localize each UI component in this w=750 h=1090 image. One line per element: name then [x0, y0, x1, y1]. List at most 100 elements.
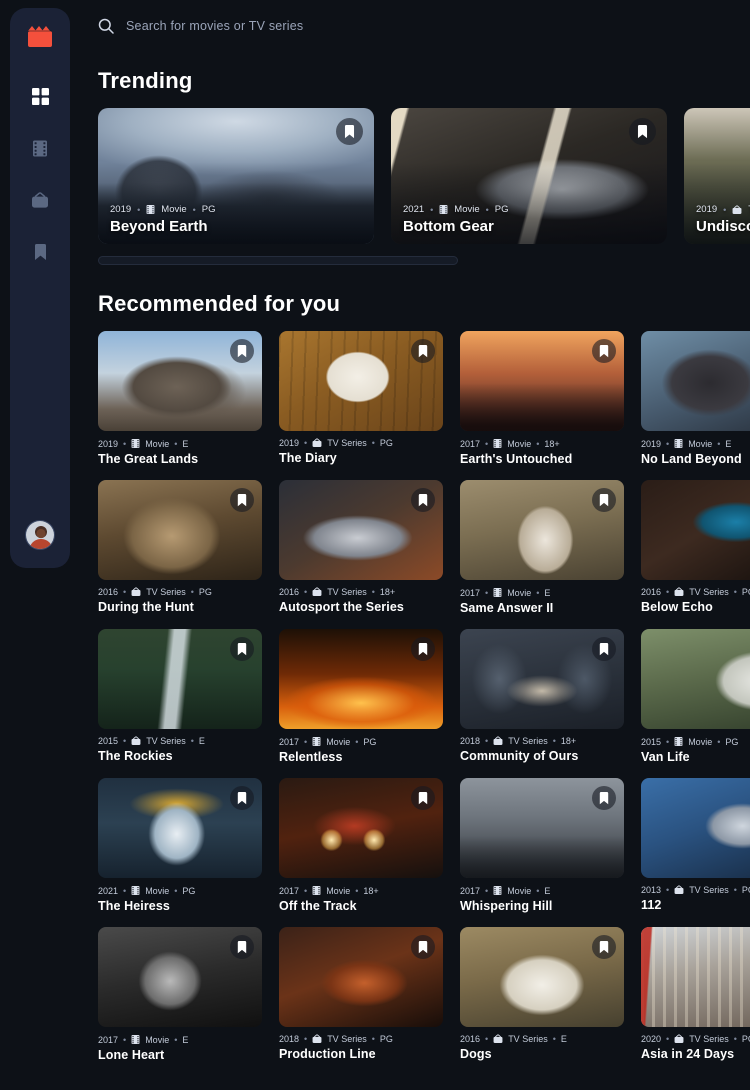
poster-art — [641, 331, 750, 431]
movie-thumbnail[interactable] — [460, 629, 624, 729]
bookmark-button[interactable] — [592, 786, 616, 810]
sidebar-item-dashboard[interactable] — [20, 76, 60, 116]
movie-card-13[interactable]: 2017 • Movie • 18+ Off the Track — [279, 778, 443, 913]
movie-card-8[interactable]: 2015 • TV Series • E The Rockies — [98, 629, 262, 764]
movie-thumbnail[interactable] — [279, 480, 443, 580]
bookmark-button[interactable] — [411, 339, 435, 363]
bookmark-button[interactable] — [411, 488, 435, 512]
separator: • — [485, 438, 489, 449]
year-label: 2019 — [279, 438, 300, 448]
bookmark-button[interactable] — [629, 118, 656, 145]
trending-card-meta: 2021 • Movie • PG — [403, 204, 655, 215]
rating-label: PG — [741, 885, 750, 895]
movie-card-15[interactable]: 2013 • TV Series • PG 112 — [641, 778, 750, 913]
separator: • — [304, 438, 308, 448]
separator: • — [123, 736, 127, 746]
rating-label: PG — [182, 885, 196, 896]
rating-label: PG — [741, 587, 750, 597]
sidebar-item-tv-series[interactable] — [20, 180, 60, 220]
sidebar-item-movies[interactable] — [20, 128, 60, 168]
movie-thumbnail[interactable] — [98, 480, 262, 580]
type-label: Movie — [161, 204, 187, 215]
movie-card-16[interactable]: 2017 • Movie • E Lone Heart — [98, 927, 262, 1062]
separator: • — [123, 438, 127, 449]
bookmark-button[interactable] — [230, 786, 254, 810]
movie-card-title: Below Echo — [641, 600, 713, 614]
search-input[interactable] — [126, 19, 546, 33]
movie-thumbnail[interactable] — [641, 778, 750, 878]
movie-card-10[interactable]: 2018 • TV Series • 18+ Community of Ours — [460, 629, 624, 764]
type-label: Movie — [145, 885, 170, 896]
movie-thumbnail[interactable] — [279, 778, 443, 878]
bookmark-button[interactable] — [230, 935, 254, 959]
movie-thumbnail[interactable] — [279, 927, 443, 1027]
trending-card[interactable]: 2021 • Movie • PG Bottom Gear — [391, 108, 667, 244]
movie-card-meta: 2015 • TV Series • E — [98, 736, 262, 746]
avatar[interactable] — [25, 520, 55, 550]
film-strip-icon — [32, 140, 48, 157]
movie-card-19[interactable]: 2020 • TV Series • PG Asia in 24 Days — [641, 927, 750, 1062]
bookmark-button[interactable] — [230, 488, 254, 512]
movie-thumbnail[interactable] — [279, 629, 443, 729]
clapperboard-icon[interactable] — [26, 24, 54, 50]
movie-card-18[interactable]: 2016 • TV Series • E Dogs — [460, 927, 624, 1062]
search-bar — [94, 0, 750, 52]
movie-thumbnail[interactable] — [460, 331, 624, 431]
trending-carousel[interactable]: 2019 • Movie • PG Beyond Earth 2021 • Mo… — [94, 108, 750, 244]
bookmark-button[interactable] — [411, 637, 435, 661]
movie-card-6[interactable]: 2017 • Movie • E Same Answer II — [460, 480, 624, 615]
movie-card-title: Production Line — [279, 1047, 376, 1061]
movie-card-9[interactable]: 2017 • Movie • PG Relentless — [279, 629, 443, 764]
bookmark-button[interactable] — [411, 935, 435, 959]
bookmark-button[interactable] — [230, 637, 254, 661]
movie-thumbnail[interactable] — [98, 629, 262, 729]
movie-card-4[interactable]: 2016 • TV Series • PG During the Hunt — [98, 480, 262, 615]
movie-thumbnail[interactable] — [460, 778, 624, 878]
year-label: 2016 — [98, 587, 119, 597]
bookmark-button[interactable] — [592, 488, 616, 512]
movie-card-title: Whispering Hill — [460, 899, 553, 913]
year-label: 2021 — [403, 204, 425, 215]
movie-card-0[interactable]: 2019 • Movie • E The Great Lands — [98, 331, 262, 466]
movie-card-7[interactable]: 2016 • TV Series • PG Below Echo — [641, 480, 750, 615]
bookmark-button[interactable] — [592, 637, 616, 661]
year-label: 2013 — [641, 885, 662, 895]
movie-thumbnail[interactable] — [460, 927, 624, 1027]
type-label: TV Series — [508, 736, 548, 746]
movie-card-1[interactable]: 2019 • TV Series • PG The Diary — [279, 331, 443, 466]
movie-thumbnail[interactable] — [98, 331, 262, 431]
bookmark-button[interactable] — [592, 935, 616, 959]
bookmark-button[interactable] — [592, 339, 616, 363]
movie-thumbnail[interactable] — [98, 927, 262, 1027]
separator: • — [174, 885, 178, 896]
bookmark-button[interactable] — [230, 339, 254, 363]
movie-card-meta: 2017 • Movie • E — [460, 885, 624, 896]
movie-card-12[interactable]: 2021 • Movie • PG The Heiress — [98, 778, 262, 913]
movie-thumbnail[interactable] — [641, 629, 750, 729]
movie-thumbnail[interactable] — [641, 927, 750, 1027]
movie-thumbnail[interactable] — [279, 331, 443, 431]
movie-thumbnail[interactable] — [641, 480, 750, 580]
movie-card-11[interactable]: 2015 • Movie • PG Van Life — [641, 629, 750, 764]
movie-card-17[interactable]: 2018 • TV Series • PG Production Line — [279, 927, 443, 1062]
movie-card-5[interactable]: 2016 • TV Series • 18+ Autosport the Ser… — [279, 480, 443, 615]
movie-card-2[interactable]: 2017 • Movie • 18+ Earth's Untouched — [460, 331, 624, 466]
movie-card-title: Off the Track — [279, 899, 357, 913]
trending-card[interactable]: 2019 • TV Series Undiscovered Cities — [684, 108, 750, 244]
bookmark-button[interactable] — [336, 118, 363, 145]
sidebar-item-bookmarks[interactable] — [20, 232, 60, 272]
movie-thumbnail[interactable] — [641, 331, 750, 431]
movie-card-14[interactable]: 2017 • Movie • E Whispering Hill — [460, 778, 624, 913]
type-label: TV Series — [327, 587, 367, 597]
movie-thumbnail[interactable] — [460, 480, 624, 580]
movie-card-title: The Great Lands — [98, 452, 199, 466]
bookmark-button[interactable] — [411, 786, 435, 810]
movie-card-3[interactable]: 2019 • Movie • E No Land Beyond — [641, 331, 750, 466]
trending-card[interactable]: 2019 • Movie • PG Beyond Earth — [98, 108, 374, 244]
separator: • — [666, 1034, 670, 1044]
horizontal-scrollbar[interactable] — [98, 256, 458, 265]
tv-icon — [312, 438, 322, 448]
year-label: 2017 — [279, 885, 300, 896]
movie-thumbnail[interactable] — [98, 778, 262, 878]
trending-card-title: Beyond Earth — [110, 218, 208, 235]
